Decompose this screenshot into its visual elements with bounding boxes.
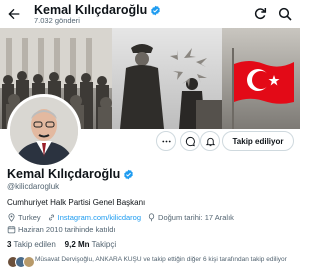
followers-stat[interactable]: 9,2 Mn Takipçi	[65, 240, 116, 249]
birthday-text: Doğum tarihi: 17 Aralık	[158, 213, 234, 222]
message-icon	[185, 136, 195, 146]
joined-item: Haziran 2010 tarihinde katıldı	[7, 225, 116, 234]
back-arrow-icon[interactable]	[6, 6, 22, 22]
profile-avatar[interactable]	[7, 94, 81, 168]
header-title: Kemal Kılıçdaroğlu	[34, 3, 161, 17]
followed-by-row[interactable]: Müsavat Dervişoğlu, ANKARA KUŞU ve takip…	[7, 256, 297, 268]
verified-badge-icon	[151, 5, 161, 15]
followers-count: 9,2 Mn	[64, 240, 90, 249]
header-name: Kemal Kılıçdaroğlu	[34, 3, 148, 17]
followed-by-text: Müsavat Dervişoğlu, ANKARA KUŞU ve takip…	[35, 256, 287, 263]
profile-bio: Cumhuriyet Halk Partisi Genel Başkanı	[7, 198, 146, 207]
more-options-button[interactable]	[156, 131, 176, 151]
profile-name-text: Kemal Kılıçdaroğlu	[7, 167, 121, 181]
website-link[interactable]: Instagram.com/kilicdarog	[58, 213, 141, 222]
joined-text: Haziran 2010 tarihinde katıldı	[18, 225, 116, 234]
location-text: Turkey	[18, 213, 41, 222]
profile-handle: @kilicdarogluk	[7, 182, 60, 191]
top-bar: Kemal Kılıçdaroğlu 7.032 gönderi	[0, 0, 300, 28]
profile-meta-row: Turkey Instagram.com/kilicdarog Doğum ta…	[7, 213, 240, 222]
link-icon	[48, 214, 54, 221]
calendar-icon	[7, 226, 16, 234]
location-item: Turkey	[7, 213, 41, 222]
search-icon[interactable]	[277, 6, 293, 22]
post-count: 7.032 gönderi	[34, 16, 80, 25]
following-count: 3	[7, 240, 12, 249]
following-label: Takip edilen	[13, 240, 56, 249]
mutual-avatar	[23, 256, 35, 268]
website-item[interactable]: Instagram.com/kilicdarog	[47, 213, 141, 222]
notification-button[interactable]	[200, 131, 220, 151]
profile-name: Kemal Kılıçdaroğlu	[7, 167, 134, 181]
followers-label: Takipçi	[91, 240, 117, 249]
more-options-icon	[161, 140, 171, 142]
balloon-icon	[148, 213, 155, 222]
following-stat[interactable]: 3 Takip edilen	[7, 240, 56, 249]
refresh-icon[interactable]	[252, 6, 268, 22]
verified-badge-icon	[124, 169, 134, 179]
birthday-item: Doğum tarihi: 17 Aralık	[147, 213, 234, 222]
following-button[interactable]: Takip ediliyor	[222, 131, 294, 151]
message-button[interactable]	[180, 131, 200, 151]
profile-stats: 3 Takip edilen 9,2 Mn Takipçi	[7, 240, 116, 249]
notification-bell-icon	[205, 137, 215, 146]
mutual-followers-avatars	[7, 256, 35, 268]
profile-joined-row: Haziran 2010 tarihinde katıldı	[7, 225, 122, 234]
location-icon	[8, 213, 15, 222]
